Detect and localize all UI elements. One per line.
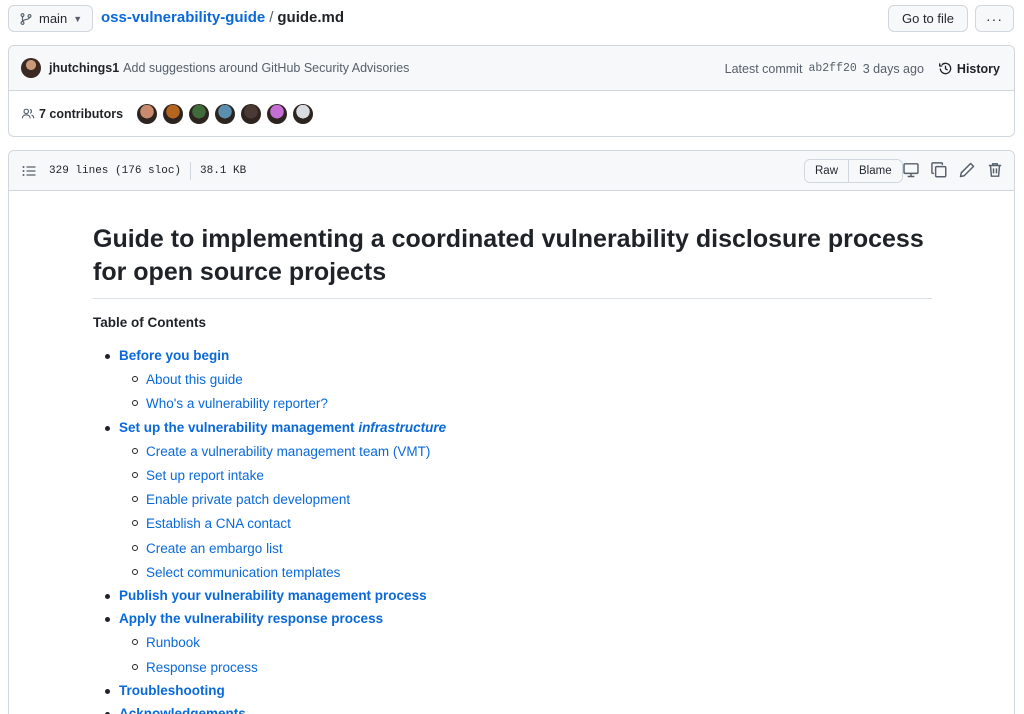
- toc-subitem: Create an embargo list: [119, 538, 930, 559]
- toc-sublink[interactable]: Establish a CNA contact: [146, 516, 291, 531]
- breadcrumb-separator: /: [269, 9, 274, 26]
- breadcrumb-repo-link[interactable]: oss-vulnerability-guide: [101, 9, 265, 26]
- toc-sublink[interactable]: Set up report intake: [146, 468, 264, 483]
- toc-sublink[interactable]: Runbook: [146, 635, 200, 650]
- history-link[interactable]: History: [938, 61, 1000, 76]
- contributor-avatar[interactable]: [241, 104, 262, 124]
- file-meta: 329 lines (176 sloc) 38.1 KB: [49, 161, 247, 180]
- toc-heading: Table of Contents: [93, 315, 206, 330]
- toc-subitem: Response process: [119, 657, 930, 678]
- contributors-row: 7 contributors: [9, 91, 1014, 136]
- latest-commit-box: jhutchings1 Add suggestions around GitHu…: [8, 45, 1015, 137]
- toc-sublink[interactable]: Create an embargo list: [146, 541, 283, 556]
- toc-item: Troubleshooting: [93, 681, 930, 704]
- toc-item: Acknowledgements: [93, 704, 930, 714]
- toc-subitem: Select communication templates: [119, 562, 930, 583]
- history-icon: [938, 62, 952, 75]
- commit-meta: Latest commit ab2ff20 3 days ago History: [725, 46, 1000, 91]
- toc-sublink[interactable]: Create a vulnerability management team (…: [146, 444, 430, 459]
- file-view: 329 lines (176 sloc) 38.1 KB Raw Blame G…: [8, 150, 1015, 714]
- toc-sublink[interactable]: About this guide: [146, 372, 243, 387]
- copy-icon[interactable]: [930, 161, 948, 179]
- toc-sublink[interactable]: Who's a vulnerability reporter?: [146, 396, 328, 411]
- file-size: 38.1 KB: [200, 164, 247, 177]
- toc-subitem: Runbook: [119, 632, 930, 653]
- toc-link-emphasis: infrastructure: [358, 419, 447, 435]
- document-title: Guide to implementing a coordinated vuln…: [93, 223, 932, 299]
- toc-sublist: Create a vulnerability management team (…: [119, 441, 930, 583]
- toc-sublist: Runbook Response process: [119, 632, 930, 677]
- toc-subitem: About this guide: [119, 369, 930, 390]
- toc-link[interactable]: Set up the vulnerability management infr…: [119, 418, 446, 438]
- toc-item: Publish your vulnerability management pr…: [93, 586, 930, 609]
- table-of-contents: Before you begin About this guide Who's a …: [93, 346, 930, 714]
- branch-name: main: [39, 11, 68, 26]
- chevron-down-icon: ▼: [73, 13, 83, 24]
- contributors-count: 7 contributors: [39, 107, 124, 121]
- contributor-avatar[interactable]: [215, 104, 236, 124]
- git-branch-icon: [20, 12, 32, 25]
- file-actions: [902, 161, 1004, 179]
- file-header: 329 lines (176 sloc) 38.1 KB Raw Blame: [9, 151, 1014, 191]
- breadcrumb-file-name: guide.md: [277, 9, 345, 26]
- toc-link[interactable]: Before you begin: [119, 346, 229, 366]
- blame-button[interactable]: Blame: [848, 160, 902, 182]
- author-avatar[interactable]: [21, 58, 41, 78]
- contributor-avatar[interactable]: [137, 104, 158, 124]
- contributor-avatar[interactable]: [267, 104, 288, 124]
- toc-link[interactable]: Troubleshooting: [119, 681, 225, 701]
- pencil-icon[interactable]: [958, 161, 976, 179]
- toc-subitem: Create a vulnerability management team (…: [119, 441, 930, 462]
- toc-item: Set up the vulnerability management infr…: [93, 418, 930, 583]
- raw-button[interactable]: Raw: [805, 160, 849, 182]
- contributor-avatar[interactable]: [293, 104, 314, 124]
- commit-message-link[interactable]: Add suggestions around GitHub Security A…: [123, 61, 409, 75]
- branch-selector[interactable]: main ▼: [8, 5, 94, 32]
- history-label: History: [956, 61, 1000, 76]
- toc-item: Apply the vulnerability response process…: [93, 609, 930, 677]
- commit-sha-link[interactable]: ab2ff20: [808, 62, 856, 75]
- list-unordered-icon[interactable]: [21, 163, 37, 179]
- toc-subitem: Set up report intake: [119, 465, 930, 486]
- file-topbar: main ▼ oss-vulnerability-guide / guide.m…: [0, 0, 1024, 40]
- commit-author-link[interactable]: jhutchings1: [49, 61, 119, 75]
- breadcrumb: oss-vulnerability-guide / guide.md: [101, 9, 344, 26]
- commit-age: 3 days ago: [862, 61, 924, 76]
- contributor-avatar[interactable]: [163, 104, 184, 124]
- toc-sublink[interactable]: Select communication templates: [146, 565, 340, 580]
- toc-subitem: Who's a vulnerability reporter?: [119, 393, 930, 414]
- desktop-icon[interactable]: [902, 161, 920, 179]
- toc-sublink[interactable]: Enable private patch development: [146, 492, 350, 507]
- contributor-avatars: [137, 104, 314, 124]
- contributor-avatar[interactable]: [189, 104, 210, 124]
- trash-icon[interactable]: [986, 161, 1004, 179]
- toc-item: Before you begin About this guide Who's a …: [93, 346, 930, 414]
- file-lines: 329 lines (176 sloc): [49, 164, 182, 177]
- toc-subitem: Enable private patch development: [119, 489, 930, 510]
- raw-blame-group: Raw Blame: [804, 159, 903, 183]
- commit-row: jhutchings1 Add suggestions around GitHu…: [9, 46, 1014, 91]
- toc-link[interactable]: Publish your vulnerability management pr…: [119, 586, 427, 606]
- meta-divider: [190, 161, 192, 180]
- markdown-body: Guide to implementing a coordinated vuln…: [9, 191, 1014, 714]
- more-options-button[interactable]: ···: [975, 5, 1014, 32]
- toc-sublist: About this guide Who's a vulnerability re…: [119, 369, 930, 414]
- people-icon: [21, 108, 35, 119]
- latest-commit-label: Latest commit: [724, 61, 803, 76]
- toc-link[interactable]: Apply the vulnerability response process: [119, 609, 383, 629]
- toc-link[interactable]: Acknowledgements: [119, 704, 246, 714]
- toc-subitem: Establish a CNA contact: [119, 513, 930, 534]
- toc-link-label: Set up the vulnerability management: [119, 419, 359, 435]
- toc-sublink[interactable]: Response process: [146, 660, 258, 675]
- go-to-file-button[interactable]: Go to file: [888, 5, 968, 32]
- contributors-link[interactable]: 7 contributors: [21, 107, 123, 121]
